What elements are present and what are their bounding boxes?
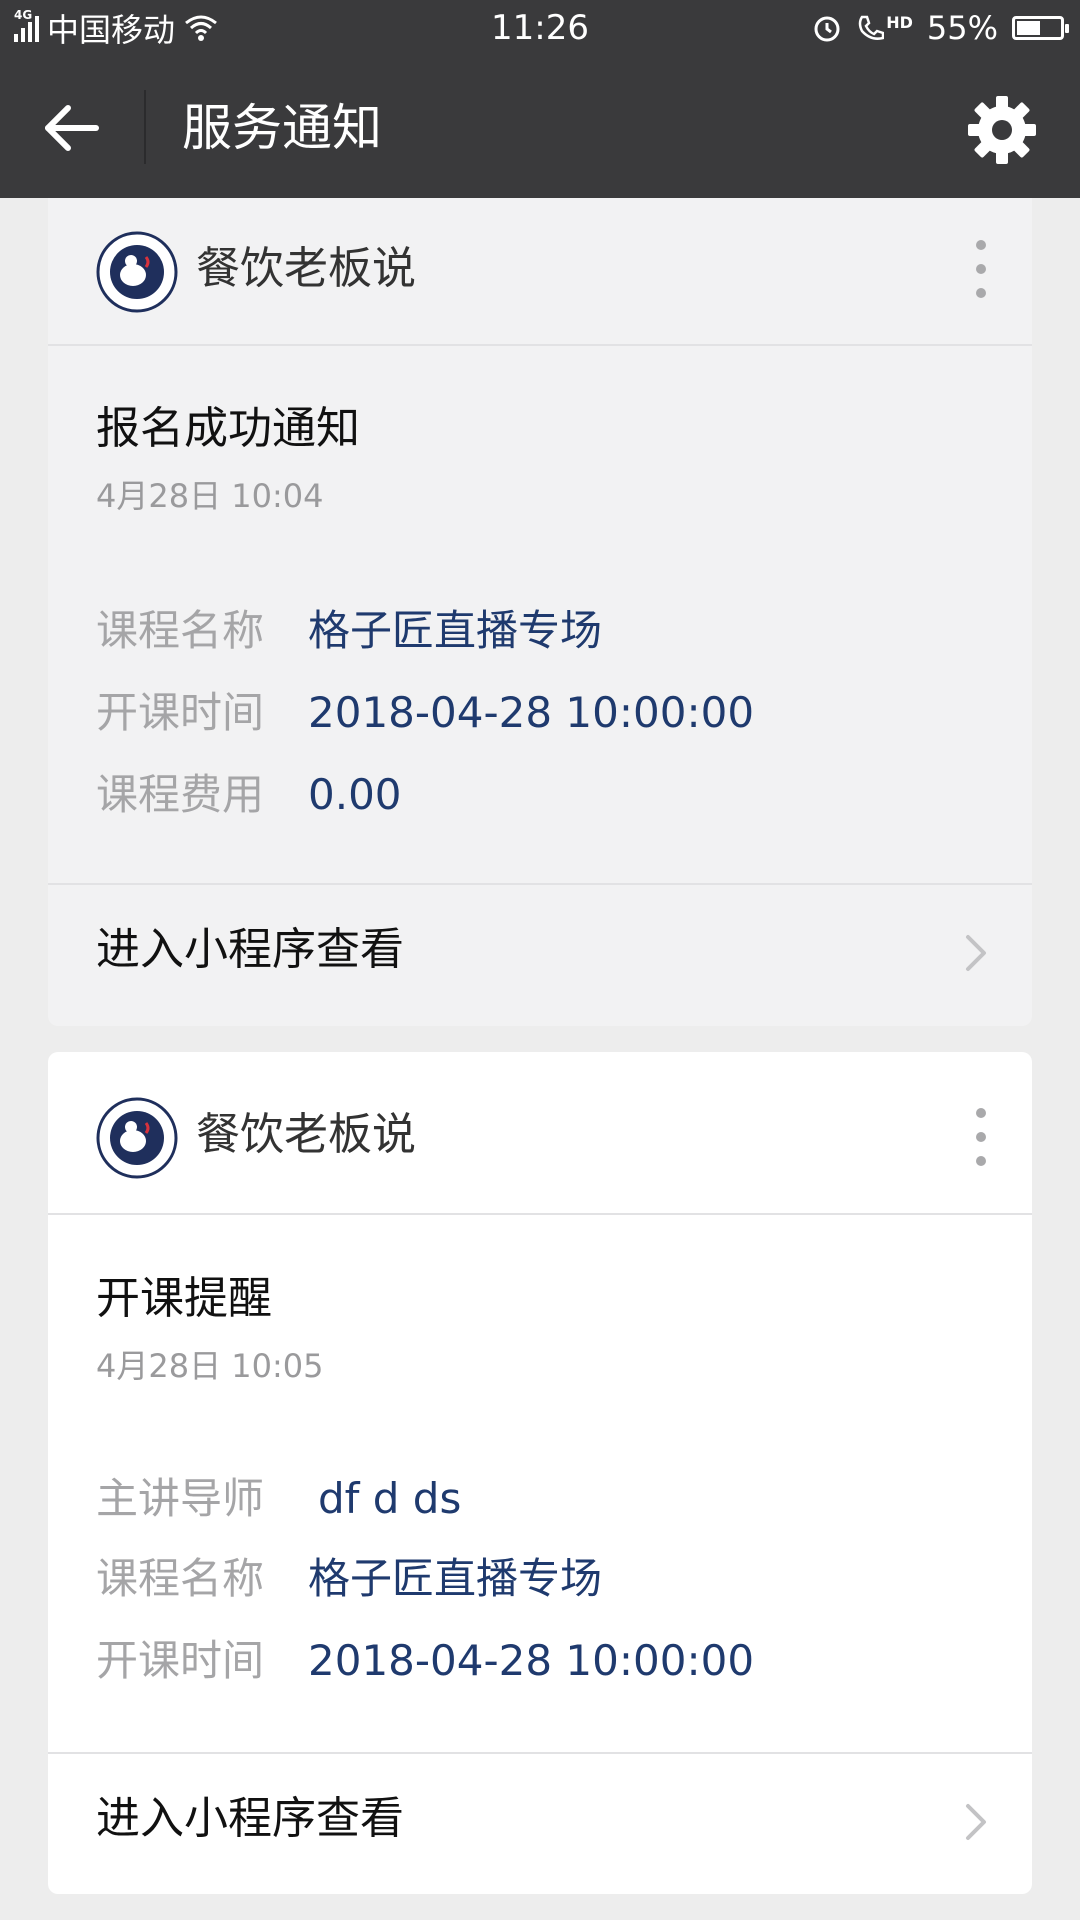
- more-options-icon[interactable]: [976, 1108, 988, 1166]
- nav-bar: 服务通知: [0, 56, 1080, 198]
- field-label: 课程费用: [96, 770, 265, 819]
- open-miniprogram-label: 进入小程序查看: [96, 924, 404, 975]
- battery-percent: 55%: [926, 9, 998, 47]
- field-label: 课程名称: [96, 606, 265, 655]
- notification-card: 餐饮老板说 开课提醒 4月28日 10:05 主讲导师 df d ds 课程名称格…: [48, 1052, 1032, 1894]
- brand-logo: [96, 231, 178, 313]
- message-title: 报名成功通知: [96, 403, 360, 454]
- status-right: HD 55%: [812, 8, 1069, 48]
- field-row: 课程费用 0.00: [96, 768, 402, 822]
- battery-fill: [1017, 21, 1040, 35]
- field-label: 开课时间: [96, 688, 265, 737]
- gear-icon[interactable]: [966, 94, 1038, 166]
- field-value: df d ds: [318, 1474, 462, 1523]
- brand-name: 餐饮老板说: [196, 243, 416, 294]
- battery-icon: [1012, 16, 1069, 40]
- chevron-right-icon: [966, 935, 986, 971]
- message-time: 4月28日 10:04: [96, 477, 324, 515]
- brand-name: 餐饮老板说: [196, 1109, 416, 1160]
- field-label: 主讲导师: [96, 1474, 265, 1523]
- card-header: 餐饮老板说: [48, 198, 1032, 346]
- field-value: 2018-04-28 10:00:00: [308, 1636, 755, 1685]
- hd-label: HD: [886, 13, 913, 32]
- field-row: 开课时间 2018-04-28 10:00:00: [96, 1634, 754, 1688]
- brand-logo: [96, 1097, 178, 1179]
- page-title: 服务通知: [182, 99, 382, 157]
- message-title: 开课提醒: [96, 1273, 272, 1324]
- field-label: 开课时间: [96, 1636, 265, 1685]
- card-header: 餐饮老板说: [48, 1052, 1032, 1215]
- notification-card: 餐饮老板说 报名成功通知 4月28日 10:04 课程名称 格子匠直播专场 开课时…: [48, 198, 1032, 1026]
- field-value: 2018-04-28 10:00:00: [308, 688, 755, 737]
- hd-call-icon: HD: [856, 13, 913, 43]
- chevron-right-icon: [966, 1804, 986, 1840]
- field-row: 课程名称 格子匠直播专场: [96, 1552, 602, 1606]
- status-bar: 4G 中国移动 11:26 HD 55%: [0, 0, 1080, 56]
- back-arrow-icon[interactable]: [36, 92, 108, 164]
- field-row: 课程名称 格子匠直播专场: [96, 604, 602, 658]
- open-miniprogram-label: 进入小程序查看: [96, 1793, 404, 1844]
- more-options-icon[interactable]: [976, 240, 988, 298]
- field-row: 主讲导师 df d ds: [96, 1472, 461, 1526]
- field-value: 格子匠直播专场: [308, 606, 603, 655]
- message-time: 4月28日 10:05: [96, 1347, 324, 1385]
- alarm-icon: [814, 16, 840, 42]
- field-value: 格子匠直播专场: [308, 1554, 603, 1603]
- field-row: 开课时间 2018-04-28 10:00:00: [96, 686, 754, 740]
- open-miniprogram-row[interactable]: 进入小程序查看: [48, 883, 1032, 1025]
- field-label: 课程名称: [96, 1554, 265, 1603]
- nav-divider: [144, 90, 146, 164]
- field-value: 0.00: [308, 770, 402, 819]
- open-miniprogram-row[interactable]: 进入小程序查看: [48, 1752, 1032, 1894]
